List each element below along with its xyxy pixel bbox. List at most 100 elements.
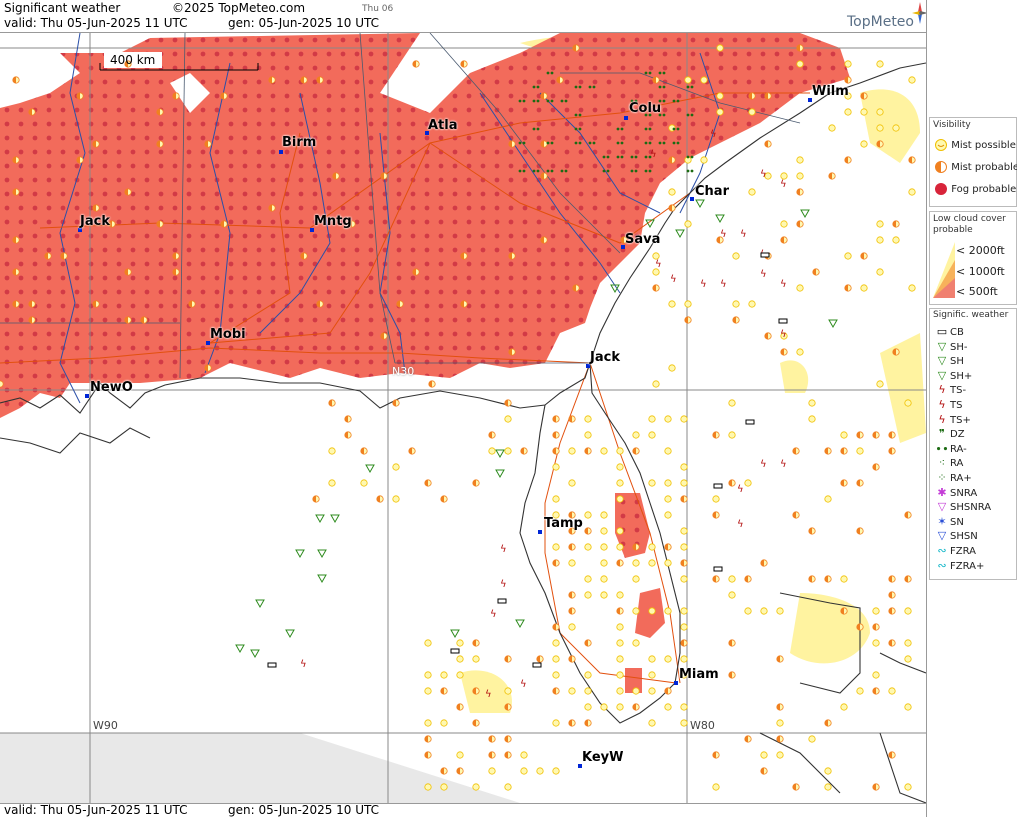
rain-light-icon <box>536 127 540 131</box>
mist-possible-icon <box>456 671 464 679</box>
mist-probable-icon <box>584 447 592 455</box>
mist-possible-icon <box>552 671 560 679</box>
mist-possible-icon <box>584 415 592 423</box>
mist-probable-icon <box>680 639 688 647</box>
mist-possible-icon <box>616 591 624 599</box>
mist-probable-icon <box>380 332 388 340</box>
mist-probable-icon <box>28 300 36 308</box>
mist-probable-icon <box>760 767 768 775</box>
mist-probable-icon <box>488 751 496 759</box>
mist-probable-icon <box>584 639 592 647</box>
mist-possible-icon <box>520 751 528 759</box>
mist-probable-icon <box>504 655 512 663</box>
legend-label: TS- <box>950 385 967 397</box>
mist-possible-icon <box>748 188 756 196</box>
mist-possible-icon <box>648 431 656 439</box>
mist-probable-icon <box>536 655 544 663</box>
mist-possible-icon <box>600 575 608 583</box>
mist-possible-icon <box>488 447 496 455</box>
mist-possible-icon <box>680 607 688 615</box>
mist-probable-icon <box>632 703 640 711</box>
mist-probable-icon <box>728 671 736 679</box>
mist-possible-icon <box>616 639 624 647</box>
mist-probable-icon <box>44 252 52 260</box>
mist-possible-icon <box>904 607 912 615</box>
mist-possible-icon <box>780 220 788 228</box>
mist-probable-icon <box>440 767 448 775</box>
mist-probable-icon <box>552 623 560 631</box>
weather-map[interactable]: ϟϟϟϟϟϟϟϟϟϟϟϟϟϟϟϟϟϟϟϟϟϟϟϟ 400 km N30 W90 … <box>0 33 926 803</box>
mist-probable-icon <box>568 655 576 663</box>
mist-possible-icon <box>456 655 464 663</box>
mist-possible-icon <box>568 687 576 695</box>
mist-probable-icon <box>344 431 352 439</box>
mist-possible-icon <box>728 431 736 439</box>
thunderstorm-icon: ϟ <box>485 689 492 700</box>
mist-possible-icon <box>876 220 884 228</box>
mist-probable-icon <box>12 188 20 196</box>
mist-probable-icon <box>744 575 752 583</box>
rain-light-icon <box>690 169 694 173</box>
footer-bar: valid: Thu 05-Jun-2025 11 UTC gen: 05-Ju… <box>0 803 926 818</box>
mist-probable-icon <box>872 623 880 631</box>
mist-probable-icon <box>440 495 448 503</box>
rain-light-icon <box>672 99 676 103</box>
mist-probable-icon <box>728 639 736 647</box>
shower-light-icon: ▽ <box>937 339 947 353</box>
legend-item-ra: ⁖ RA <box>934 456 964 469</box>
mist-possible-icon <box>600 543 608 551</box>
mist-possible-icon <box>776 719 784 727</box>
city-label-colu: Colu <box>629 101 662 116</box>
mist-probable-icon <box>792 511 800 519</box>
mist-probable-icon <box>888 639 896 647</box>
mist-probable-icon <box>508 252 516 260</box>
legend-label-fog-probable: Fog probable <box>951 184 1017 195</box>
legend-label-1000ft: < 1000ft <box>956 265 1005 278</box>
mist-possible-icon <box>616 543 624 551</box>
mist-possible-icon <box>824 783 832 791</box>
freezing-rain-icon: ∾ <box>937 544 947 557</box>
mist-probable-icon <box>568 543 576 551</box>
drizzle-icon: ❞ <box>939 427 945 441</box>
thunderstorm-icon: ϟ <box>737 519 744 530</box>
mist-possible-icon <box>504 447 512 455</box>
thunderstorm-icon: ϟ <box>300 659 307 670</box>
rain-light-icon <box>550 99 554 103</box>
mist-probable-icon <box>0 380 4 388</box>
thunderstorm-icon: ϟ <box>780 279 787 290</box>
mist-possible-icon <box>616 447 624 455</box>
mist-possible-icon <box>728 591 736 599</box>
rain-light-icon <box>592 141 596 145</box>
mist-possible-icon <box>876 268 884 276</box>
mist-possible-icon <box>808 415 816 423</box>
mist-possible-icon <box>700 76 708 84</box>
legend-label: FZRA <box>950 546 976 557</box>
mist-possible-icon <box>616 527 624 535</box>
rain-light-icon <box>634 169 638 173</box>
legend-item-mist-possible: Mist possible <box>934 138 1016 152</box>
thunderstorm-icon: ϟ <box>780 179 787 190</box>
legend-label: SH <box>950 356 964 368</box>
mist-probable-icon <box>268 76 276 84</box>
thunderstorm-icon: ϟ <box>650 149 657 160</box>
mist-possible-icon <box>680 479 688 487</box>
mist-possible-icon <box>536 767 544 775</box>
mist-probable-icon <box>220 220 228 228</box>
mist-probable-icon <box>188 300 196 308</box>
rain-light-icon <box>550 141 554 145</box>
mist-probable-icon <box>824 719 832 727</box>
rain-light-icon <box>546 169 550 173</box>
mist-probable-icon <box>792 447 800 455</box>
mist-probable-icon <box>424 751 432 759</box>
mist-probable-icon <box>776 735 784 743</box>
rain-light-icon <box>686 85 690 89</box>
mist-possible-icon <box>664 495 672 503</box>
legend-item-ts: ϟ TS <box>934 398 962 411</box>
mist-probable-icon <box>552 447 560 455</box>
mist-possible-icon <box>748 300 756 308</box>
mist-possible-icon <box>840 703 848 711</box>
legend-item-ra-: ⁘ RA+ <box>934 471 971 484</box>
mist-probable-icon <box>824 575 832 583</box>
rain-light-icon <box>518 169 522 173</box>
mist-possible-icon <box>824 495 832 503</box>
